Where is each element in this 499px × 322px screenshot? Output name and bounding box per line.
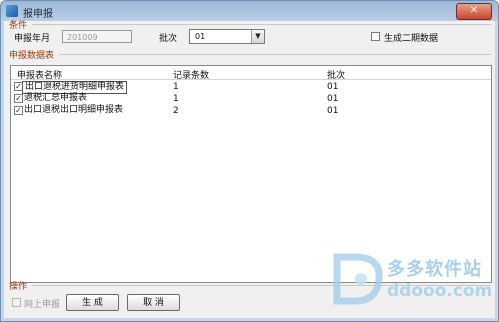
conditions-section-label: 条件 [9, 21, 28, 31]
batch-select[interactable]: 01 ▼ [189, 29, 265, 44]
conditions-divider [32, 24, 491, 25]
cancel-button[interactable]: 取 消 [127, 294, 180, 311]
report-dialog-window: 报申报 ✕ 条件 申报年月 201009 批次 01 ▼ 生成二期数据 申报数据… [0, 0, 499, 322]
batch-select-value: 01 [195, 32, 206, 41]
row-count-cell: 1 [173, 94, 179, 104]
year-month-label: 申报年月 [14, 34, 51, 44]
table-row[interactable]: ✓ 出口退税进货明细申报表 1 01 [11, 81, 491, 94]
app-icon [6, 5, 18, 17]
table-section-label: 申报数据表 [9, 51, 55, 61]
row-batch-cell: 01 [327, 106, 339, 116]
batch-label: 批次 [159, 34, 178, 44]
close-button[interactable]: ✕ [456, 3, 492, 20]
window-title: 报申报 [23, 9, 53, 20]
table-divider [59, 54, 491, 55]
site-watermark: 多多软件站 ddooo.com [331, 249, 496, 309]
watermark-brand: 多多软件站 [387, 259, 482, 280]
row-batch-cell: 01 [327, 82, 339, 92]
online-declare-label: 网上申报 [24, 300, 61, 310]
operations-section-label: 操作 [9, 282, 28, 292]
year-month-field[interactable]: 201009 [62, 30, 132, 43]
table-row[interactable]: ✓ 退税汇总申报表 1 01 [11, 93, 491, 105]
second-period-checkbox[interactable] [371, 32, 380, 41]
row-batch-cell: 01 [327, 94, 339, 104]
title-bar: 报申报 ✕ [1, 1, 498, 21]
chevron-down-icon[interactable]: ▼ [251, 30, 264, 43]
table-row[interactable]: ✓ 出口退税出口明细申报表 2 01 [11, 105, 491, 117]
row-count-cell: 1 [173, 82, 179, 92]
generate-button[interactable]: 生 成 [66, 294, 119, 311]
online-declare-checkbox[interactable] [12, 298, 21, 307]
row-name-cell[interactable]: 出口退税出口明细申报表 [22, 105, 125, 116]
row-count-cell: 2 [173, 106, 179, 116]
watermark-url: ddooo.com [387, 281, 493, 301]
second-period-label: 生成二期数据 [384, 34, 439, 44]
header-divider [11, 79, 491, 80]
row-name-cell[interactable]: 退税汇总申报表 [22, 93, 89, 104]
